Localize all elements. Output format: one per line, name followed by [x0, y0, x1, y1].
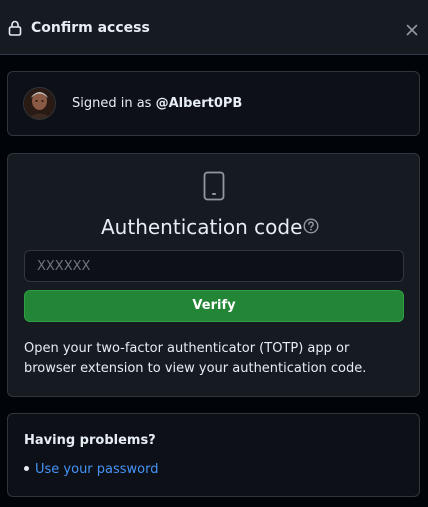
authentication-title: Authentication code — [101, 215, 303, 239]
username: @Albert0PB — [155, 96, 243, 111]
problems-box: Having problems? Use your password — [7, 413, 420, 497]
verify-button[interactable]: Verify — [24, 290, 404, 322]
dialog-header: Confirm access — [0, 0, 428, 55]
device-mobile-icon — [203, 171, 225, 201]
account-box: Signed in as @Albert0PB — [7, 71, 420, 136]
close-icon[interactable] — [405, 23, 419, 37]
avatar — [23, 87, 56, 120]
dialog-title: Confirm access — [31, 20, 150, 36]
lock-icon — [8, 20, 22, 36]
bullet — [24, 466, 29, 471]
signed-in-text: Signed in as @Albert0PB — [72, 95, 242, 113]
question-icon[interactable] — [303, 218, 319, 234]
use-password-link[interactable]: Use your password — [35, 462, 159, 477]
authentication-code-input[interactable] — [24, 250, 404, 282]
authentication-help-text: Open your two-factor authenticator (TOTP… — [24, 341, 367, 376]
problems-title: Having problems? — [24, 433, 156, 448]
problems-list: Use your password — [24, 461, 159, 479]
authentication-box: Authentication code Verify Open your two… — [7, 153, 420, 397]
signed-in-prefix: Signed in as — [72, 96, 156, 111]
confirm-access-dialog: Confirm access Signed in as @Albert0PB A… — [0, 0, 428, 507]
